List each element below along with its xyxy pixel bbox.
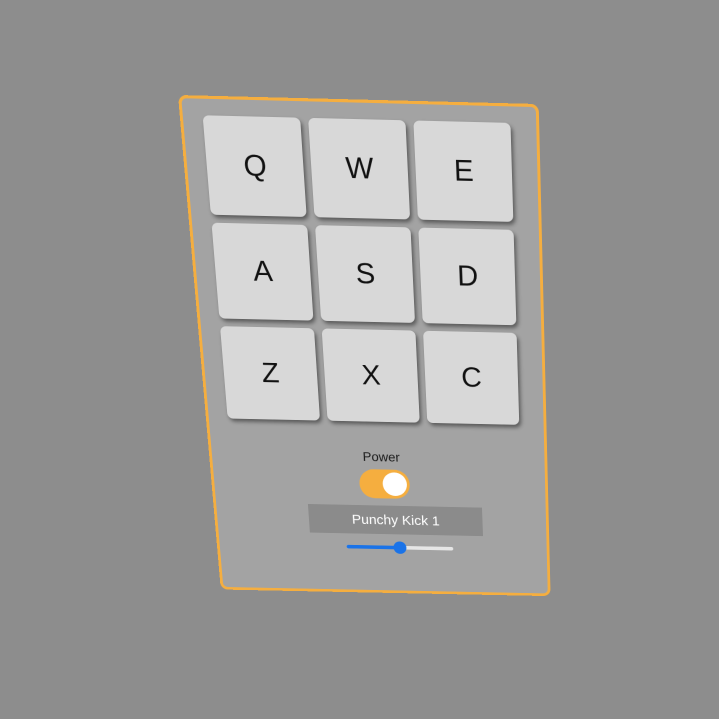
drum-pad-x[interactable]: X [321,328,420,423]
drum-machine-panel: Q W E A S D Z X C Power Punchy Kick 1 [178,95,551,597]
volume-slider-fill [346,544,401,550]
drum-pad-q[interactable]: Q [202,115,307,217]
power-label: Power [362,449,401,465]
drum-pad-z[interactable]: Z [220,326,321,421]
drum-pad-c[interactable]: C [423,330,520,425]
volume-slider[interactable] [346,540,454,555]
drum-pad-grid: Q W E A S D Z X C [202,115,520,425]
drum-pad-w[interactable]: W [308,117,411,220]
drum-pad-a[interactable]: A [211,222,314,321]
drum-pad-d[interactable]: D [418,227,517,326]
power-toggle[interactable] [358,468,411,499]
sound-display: Punchy Kick 1 [307,503,484,537]
drum-pad-e[interactable]: E [413,120,514,222]
stage: Q W E A S D Z X C Power Punchy Kick 1 [0,0,719,719]
drum-pad-s[interactable]: S [314,225,416,323]
power-toggle-knob [382,472,408,497]
sound-display-text: Punchy Kick 1 [351,511,440,529]
volume-slider-thumb[interactable] [393,541,407,554]
